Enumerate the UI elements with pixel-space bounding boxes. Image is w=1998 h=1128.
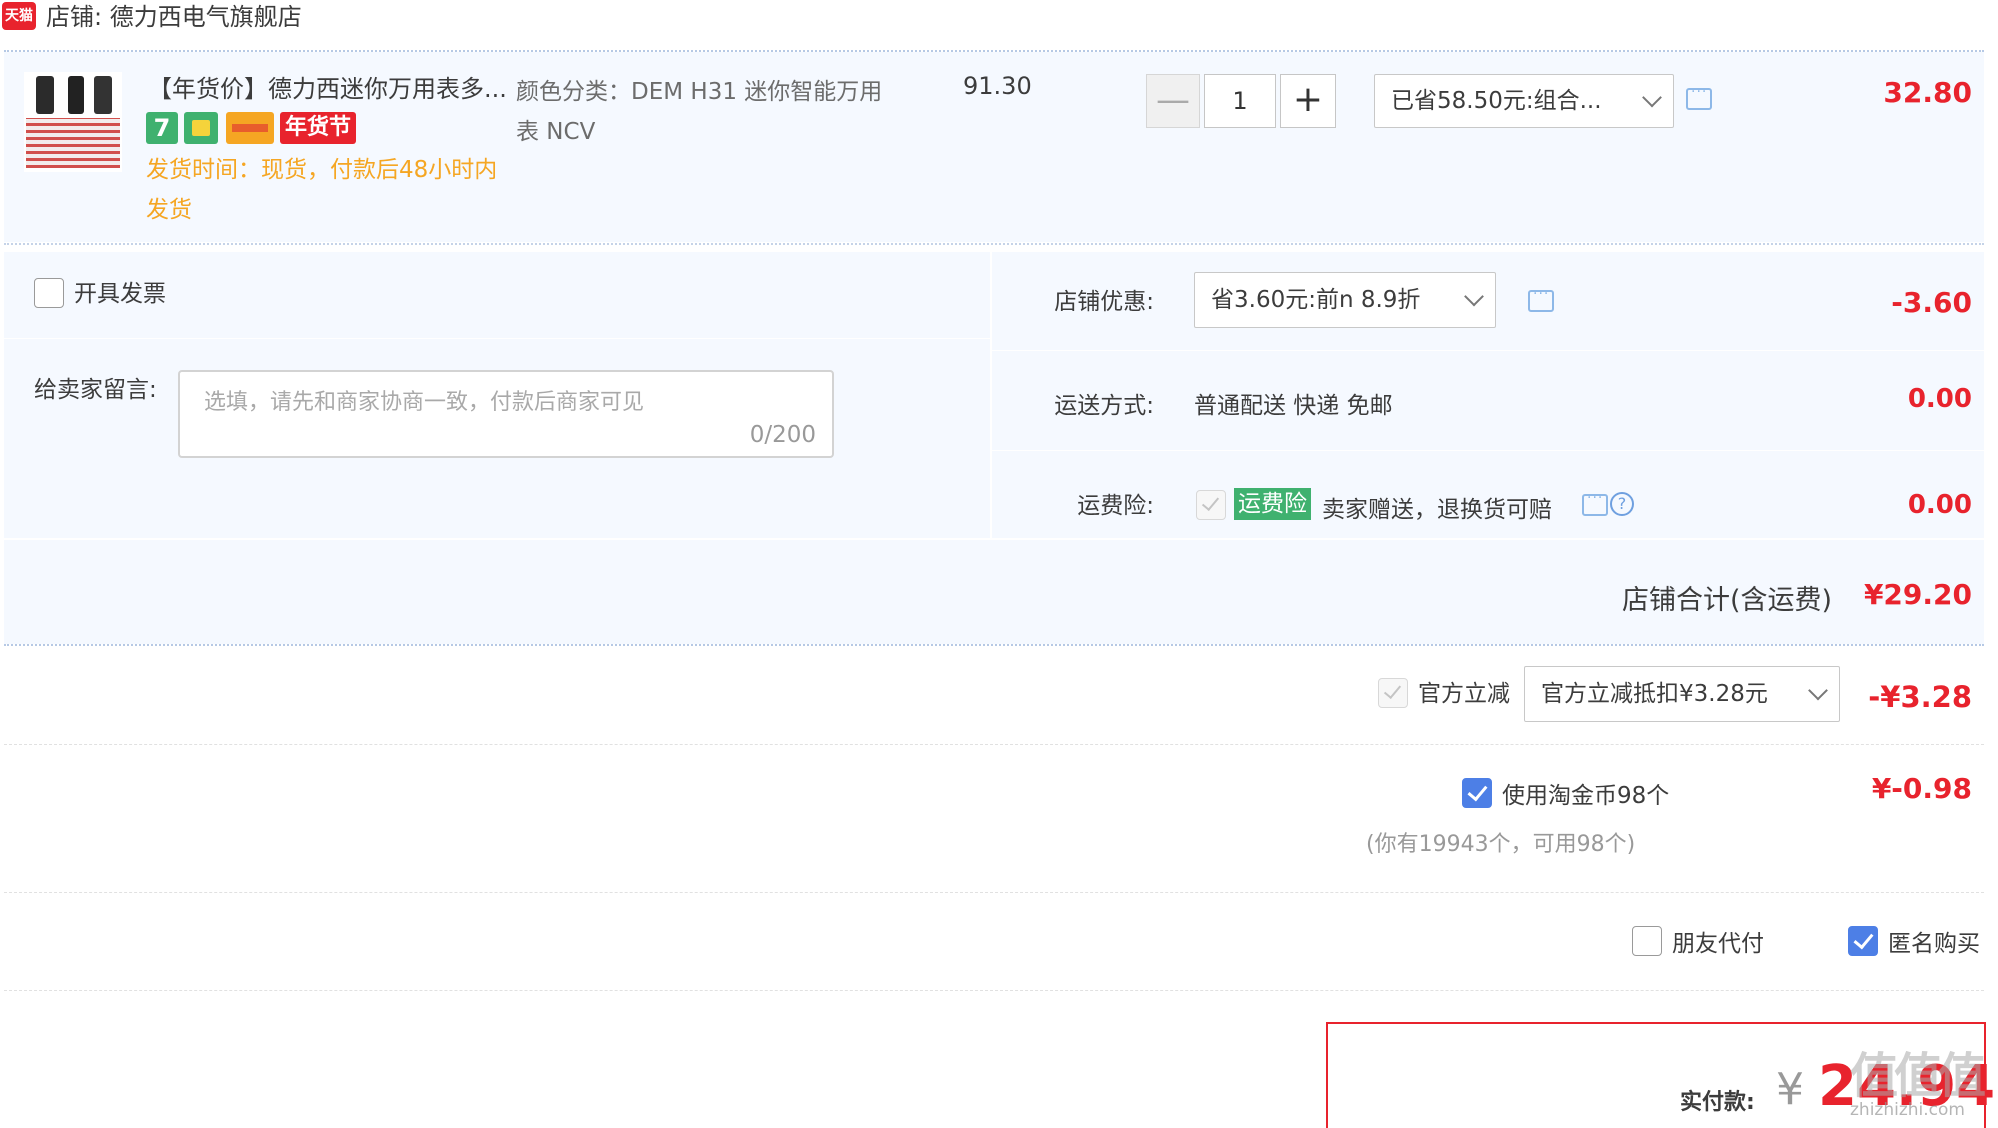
taojinbi-label[interactable]: 使用淘金币98个 — [1502, 780, 1669, 812]
chat-bubble-icon[interactable] — [1686, 84, 1712, 110]
message-placeholder: 选填，请先和商家协商一致，付款后商家可见 — [204, 390, 645, 415]
quantity-input[interactable]: 1 — [1204, 74, 1276, 128]
anonymous-purchase-label[interactable]: 匿名购买 — [1888, 928, 1980, 960]
quantity-decrement-button[interactable]: — — [1146, 74, 1200, 128]
store-discount-selected: 省3.60元:前n 8.9折 — [1211, 287, 1421, 313]
combo-discount-select[interactable]: 已省58.50元:组合... — [1374, 74, 1674, 128]
festival-badge[interactable]: 年货节 — [280, 112, 356, 144]
taojinbi-amount: ¥-0.98 — [1871, 772, 1972, 805]
shipping-method-label: 运送方式: — [1054, 393, 1154, 419]
official-discount-selected: 官方立减抵扣¥3.28元 — [1541, 681, 1768, 707]
shipping-method-value: 普通配送 快递 免邮 — [1194, 393, 1393, 419]
friend-pay-checkbox[interactable] — [1632, 926, 1662, 956]
multimeter-image — [94, 76, 112, 114]
item-subtotal: 32.80 — [1883, 76, 1972, 109]
ship-time-text: 发货时间：现货，付款后48小时内发货 — [146, 157, 498, 223]
divider — [4, 892, 1984, 893]
watermark-text: zhizhizhi.com — [1850, 1100, 1965, 1120]
sku-text: 颜色分类：DEM H31 迷你智能万用表 NCV — [516, 79, 883, 145]
divider — [4, 744, 1984, 745]
payment-label: 实付款: — [1680, 1090, 1755, 1115]
official-discount-select[interactable]: 官方立减抵扣¥3.28元 — [1524, 666, 1840, 722]
invoice-checkbox[interactable] — [34, 278, 64, 308]
shipping-insurance-fee: 0.00 — [1907, 490, 1972, 520]
help-icon[interactable]: ? — [1610, 492, 1634, 516]
credit-card-icon[interactable] — [226, 112, 274, 144]
quantity-increment-button[interactable]: + — [1280, 74, 1336, 128]
store-total-value: ¥29.20 — [1863, 578, 1972, 611]
divider — [992, 350, 1984, 351]
product-thumbnail[interactable] — [24, 72, 122, 172]
shop-name-link[interactable]: 店铺: 德力西电气旗舰店 — [46, 0, 302, 34]
message-label: 给卖家留言: — [34, 377, 157, 403]
spec-sheet-image — [26, 118, 120, 168]
official-discount-label: 官方立减 — [1418, 681, 1510, 707]
currency-symbol: ¥ — [1776, 1064, 1804, 1115]
divider — [4, 990, 1984, 991]
shipping-insurance-checkbox — [1196, 490, 1226, 520]
chevron-down-icon — [1464, 286, 1484, 307]
chevron-down-icon — [1642, 87, 1662, 108]
seven-day-return-icon[interactable]: 7 — [146, 112, 178, 144]
watermark: 值值值 zhizhizhi.com — [1846, 1036, 1996, 1128]
shopping-bag-icon[interactable] — [184, 112, 218, 144]
watermark-logo: 值值值 — [1850, 1048, 1986, 1104]
chevron-down-icon — [1808, 680, 1828, 701]
divider — [992, 450, 1984, 451]
taojinbi-balance: (你有19943个，可用98个) — [1366, 832, 1636, 857]
divider — [4, 644, 1984, 646]
store-total-label: 店铺合计(含运费) — [1622, 585, 1833, 616]
official-discount-checkbox — [1378, 678, 1408, 708]
message-char-count: 0/200 — [749, 422, 816, 448]
friend-pay-label[interactable]: 朋友代付 — [1672, 928, 1764, 960]
store-discount-select[interactable]: 省3.60元:前n 8.9折 — [1194, 272, 1496, 328]
store-discount-label: 店铺优惠: — [1054, 289, 1154, 315]
unit-price: 91.30 — [963, 72, 1032, 100]
chat-bubble-icon[interactable] — [1582, 490, 1608, 516]
taojinbi-checkbox[interactable] — [1462, 778, 1492, 808]
store-discount-amount: -3.60 — [1891, 286, 1972, 319]
official-discount-amount: -¥3.28 — [1868, 680, 1972, 714]
chat-bubble-icon[interactable] — [1528, 286, 1554, 312]
shipping-insurance-desc: 卖家赠送，退换货可赔 — [1322, 497, 1552, 523]
multimeter-image — [68, 76, 84, 114]
tmall-logo-icon: 天猫 — [2, 2, 36, 30]
product-title-link[interactable]: 【年货价】德力西迷你万用表多... — [148, 72, 507, 106]
combo-discount-value: 已省58.50元:组合... — [1391, 88, 1602, 114]
multimeter-image — [36, 76, 54, 114]
divider — [4, 243, 1984, 245]
shipping-fee: 0.00 — [1907, 384, 1972, 414]
anonymous-purchase-checkbox[interactable] — [1848, 926, 1878, 956]
shipping-insurance-tag: 运费险 — [1234, 488, 1311, 520]
invoice-label[interactable]: 开具发票 — [74, 278, 166, 310]
divider — [4, 338, 990, 339]
shipping-insurance-label: 运费险: — [1077, 493, 1154, 519]
